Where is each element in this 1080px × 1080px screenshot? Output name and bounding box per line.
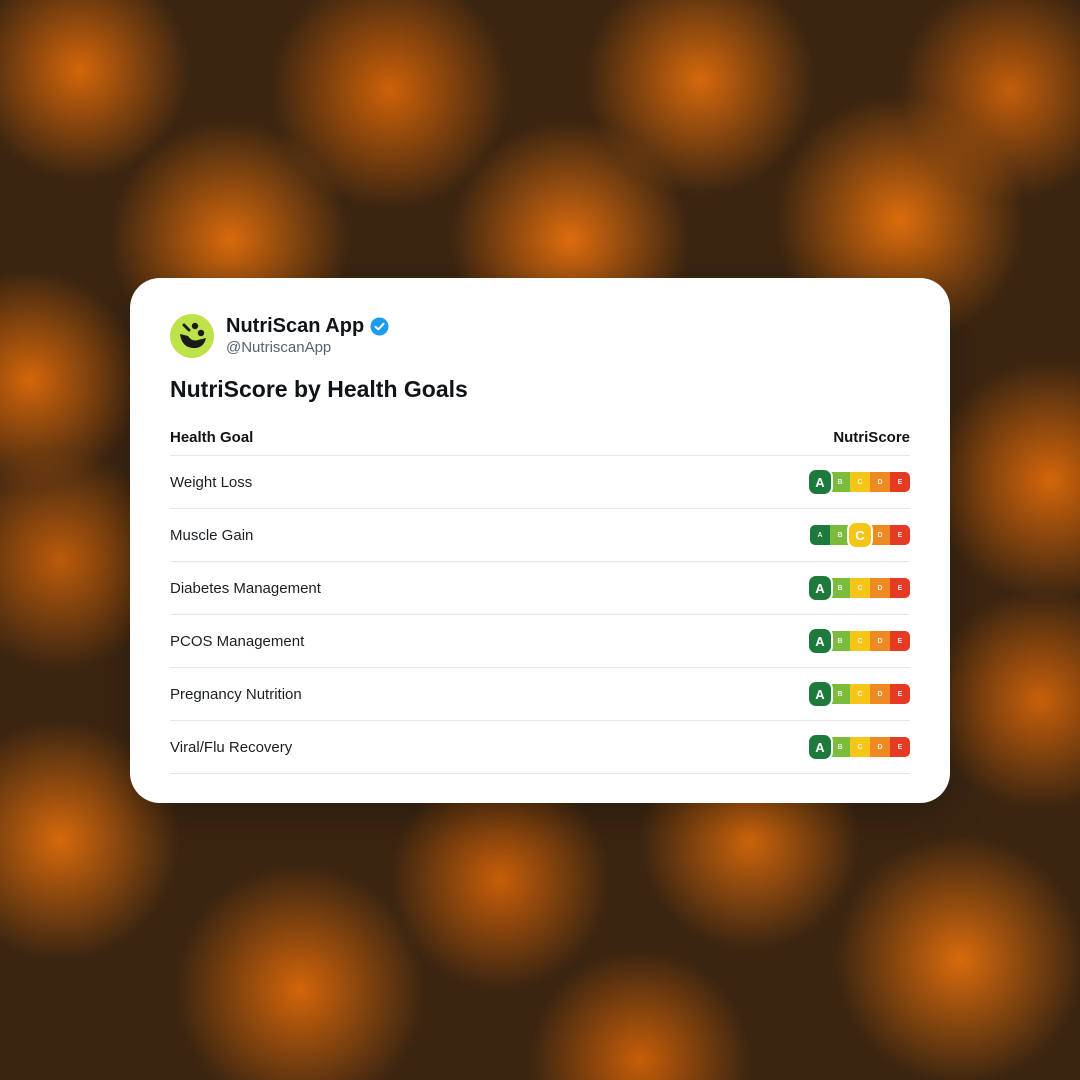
nutriscore-grade-active: A [809, 470, 831, 494]
nutriscore-grade-segment: D [870, 631, 890, 651]
table-row: Muscle Gain A B C D E [170, 508, 910, 562]
nutriscore-grade-segment: D [870, 737, 890, 757]
health-goal-label: Muscle Gain [170, 508, 616, 562]
nutriscore-grade-active: A [809, 735, 831, 759]
nutriscore-grade-segment: D [870, 578, 890, 598]
nutriscore-grade-segment: E [890, 472, 910, 492]
nutriscore-badge: ABCDE [810, 523, 910, 547]
nutriscore-grade-segment: B [830, 684, 850, 704]
nutriscore-grade-segment: E [890, 631, 910, 651]
nutriscore-grade-segment: B [830, 525, 850, 545]
nutriscore-cell: ABCDE [615, 508, 910, 562]
nutriscore-grade-segment: B [830, 578, 850, 598]
nutriscore-grade-segment: A [810, 525, 830, 545]
table-header-row: Health Goal NutriScore [170, 426, 910, 456]
health-goal-label: Pregnancy Nutrition [170, 667, 616, 721]
nutriscan-logo-icon[interactable] [170, 314, 214, 358]
nutriscore-grade-segment: C [850, 737, 870, 757]
nutriscore-grade-segment: E [890, 525, 910, 545]
nutriscore-grade-segment: B [830, 472, 850, 492]
nutriscore-badge: ABCDE [809, 735, 910, 759]
header-health-goal: Health Goal [170, 426, 616, 456]
nutriscore-badge: ABCDE [809, 682, 910, 706]
table-row: Viral/Flu Recovery A B C D E [170, 720, 910, 774]
nutriscore-badge: ABCDE [809, 576, 910, 600]
nutriscore-grade-active: A [809, 576, 831, 600]
table-row: Pregnancy Nutrition A B C D E [170, 667, 910, 721]
nutriscore-grade-segment: E [890, 737, 910, 757]
nutriscore-grade-active: A [809, 682, 831, 706]
post-title: NutriScore by Health Goals [170, 376, 468, 402]
nutriscore-cell: ABCDE [615, 614, 910, 668]
nutriscore-grade-segment: B [830, 737, 850, 757]
table-row: PCOS Management A B C D E [170, 614, 910, 668]
nutriscore-grade-segment: E [890, 578, 910, 598]
nutriscore-grade-segment: B [830, 631, 850, 651]
health-goal-label: Weight Loss [170, 455, 616, 509]
header-nutriscore: NutriScore [615, 426, 910, 456]
nutriscore-cell: ABCDE [615, 667, 910, 721]
nutriscore-badge: ABCDE [809, 470, 910, 494]
post-card: NutriScan App @NutriscanApp NutriScore b… [130, 278, 950, 803]
post-header: NutriScan App @NutriscanApp [170, 312, 910, 360]
account-handle[interactable]: @NutriscanApp [226, 338, 389, 358]
nutriscore-grade-active: A [809, 629, 831, 653]
nutriscore-grade-segment: C [850, 684, 870, 704]
account-identity: NutriScan App @NutriscanApp [226, 314, 389, 358]
nutriscore-grade-segment: E [890, 684, 910, 704]
nutriscore-grade-segment: D [870, 472, 890, 492]
health-goal-label: Viral/Flu Recovery [170, 720, 616, 774]
nutriscore-grade-segment: D [870, 525, 890, 545]
nutriscore-grade-segment: C [850, 578, 870, 598]
nutriscore-cell: ABCDE [615, 561, 910, 615]
nutriscore-grade-active: C [849, 523, 871, 547]
health-goal-label: PCOS Management [170, 614, 616, 668]
account-name[interactable]: NutriScan App [226, 314, 364, 338]
nutriscore-grade-segment: D [870, 684, 890, 704]
nutriscore-grade-segment: C [850, 631, 870, 651]
verified-badge-icon [370, 317, 389, 336]
nutriscore-cell: ABCDE [615, 455, 910, 509]
nutriscore-badge: ABCDE [809, 629, 910, 653]
nutriscore-table: Health Goal NutriScore Weight Loss A B C D E M… [170, 426, 910, 774]
nutriscore-cell: ABCDE [615, 720, 910, 774]
health-goal-label: Diabetes Management [170, 561, 616, 615]
nutriscore-grade-segment: C [850, 472, 870, 492]
table-row: Diabetes Management A B C D E [170, 561, 910, 615]
table-row: Weight Loss A B C D E [170, 455, 910, 509]
